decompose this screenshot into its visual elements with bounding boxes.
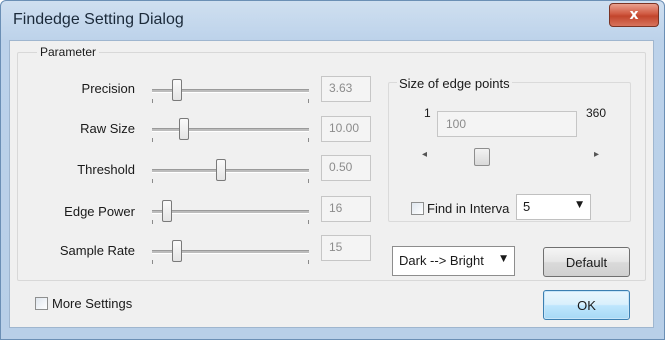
find-in-interval-label: Find in Interva [427,201,510,216]
edge-points-max-label: 360 [586,106,607,120]
window-title: Findedge Setting Dialog [13,11,184,28]
interval-select-value: 5 [523,199,531,214]
edge-power-label: Edge Power [64,204,135,219]
sample-rate-slider-tick [308,260,309,264]
precision-value-field: 3.63 [321,76,371,102]
arrow-right-icon[interactable]: ▸ [594,149,599,160]
sample-rate-label: Sample Rate [59,243,135,258]
raw-size-value-field: 10.00 [321,116,371,142]
close-icon: x [629,7,639,23]
default-button[interactable]: Default [543,247,630,277]
raw-size-slider-track [152,128,309,132]
chevron-down-icon: ▼ [500,254,507,264]
edge-power-slider-track [152,210,309,214]
raw-size-slider-tick [152,138,153,142]
precision-slider-tick [308,99,309,103]
edge-power-slider-tick [152,220,153,224]
close-button[interactable]: x [609,3,659,27]
threshold-label: Threshold [77,162,135,177]
chevron-down-icon: ▼ [576,200,583,210]
ok-button[interactable]: OK [543,290,630,320]
more-settings-label: More Settings [52,296,133,311]
raw-size-slider-thumb[interactable] [179,118,189,140]
raw-size-label: Raw Size [80,121,135,136]
precision-label: Precision [81,81,135,96]
sample-rate-slider-tick [152,260,153,264]
edge-points-min-label: 1 [424,106,431,120]
threshold-slider-track [152,169,309,173]
edge-points-value-field: 100 [437,111,577,137]
edge-points-scrollbar[interactable]: ◂ ▸ [416,146,608,168]
threshold-slider-thumb[interactable] [216,159,226,181]
sample-rate-slider-thumb[interactable] [172,240,182,262]
precision-slider-tick [152,99,153,103]
threshold-value-field: 0.50 [321,155,371,181]
edge-power-slider-tick [308,220,309,224]
threshold-slider-tick [152,179,153,183]
sample-rate-value-field: 15 [321,235,371,261]
direction-select[interactable]: Dark --> Bright ▼ [392,246,515,276]
edge-points-scrollbar-thumb[interactable] [474,148,490,166]
find-in-interval-checkbox[interactable] [411,202,424,215]
arrow-left-icon[interactable]: ◂ [422,149,427,160]
raw-size-slider-tick [308,138,309,142]
threshold-slider-tick [308,179,309,183]
edge-points-label: Size of edge points [397,76,512,91]
edge-power-slider-thumb[interactable] [162,200,172,222]
direction-select-value: Dark --> Bright [399,253,484,268]
edge-power-value-field: 16 [321,196,371,222]
more-settings-checkbox[interactable] [35,297,48,310]
interval-select[interactable]: 5 ▼ [516,194,591,220]
precision-slider-thumb[interactable] [172,79,182,101]
parameter-group-label: Parameter [37,45,100,59]
